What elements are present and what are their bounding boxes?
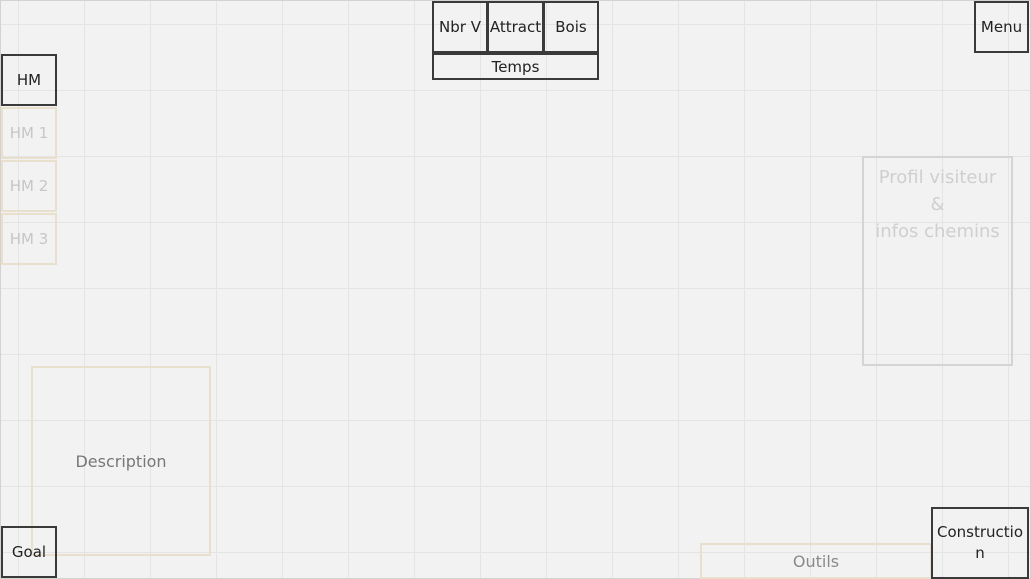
profile-ampersand: & (930, 194, 945, 215)
hm-item-1[interactable]: HM 1 (1, 107, 57, 159)
description-panel: Description (31, 366, 211, 556)
menu-button[interactable]: Menu (974, 1, 1029, 53)
profile-title: Profil visiteur (878, 167, 997, 188)
construction-button[interactable]: Construction (931, 507, 1029, 579)
hm-item-2[interactable]: HM 2 (1, 160, 57, 212)
time-stat: Temps (432, 53, 599, 80)
tools-bar[interactable]: Outils (700, 543, 932, 579)
hm-button[interactable]: HM (1, 54, 57, 106)
hm-item-3[interactable]: HM 3 (1, 213, 57, 265)
visitor-profile-panel: Profil visiteur & infos chemins (862, 156, 1013, 366)
profile-subtitle: infos chemins (875, 221, 1000, 242)
visitor-count-stat: Nbr V (432, 1, 488, 53)
wood-stat: Bois (543, 1, 599, 53)
attractiveness-stat: Attract (487, 1, 544, 53)
goal-button[interactable]: Goal (1, 526, 57, 578)
